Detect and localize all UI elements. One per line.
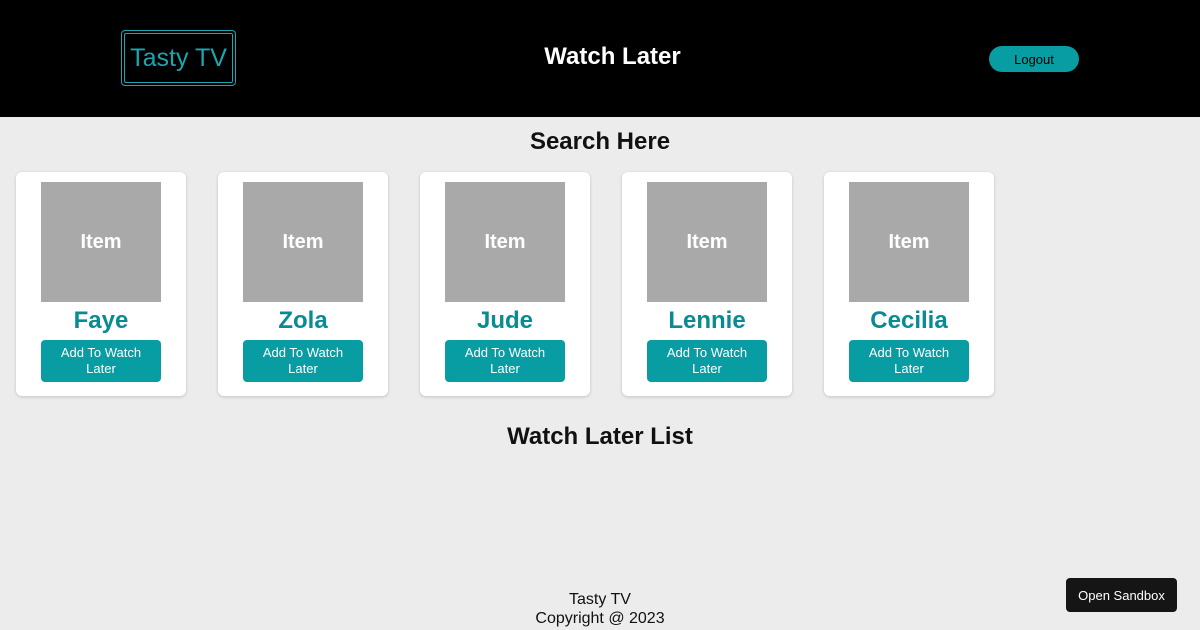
item-name: Faye (73, 307, 129, 334)
item-card: Item Cecilia Add To Watch Later (824, 172, 994, 396)
item-name: Cecilia (870, 307, 948, 334)
item-card: Item Faye Add To Watch Later (16, 172, 186, 396)
item-name: Lennie (668, 307, 746, 334)
item-name: Jude (476, 307, 533, 334)
footer-copyright: Copyright @ 2023 (535, 610, 665, 627)
add-to-watch-later-button[interactable]: Add To Watch Later (243, 340, 363, 382)
item-card-list: Item Faye Add To Watch Later Item Zola A… (16, 172, 994, 396)
item-thumbnail: Item (445, 182, 565, 302)
item-thumbnail: Item (849, 182, 969, 302)
add-to-watch-later-button[interactable]: Add To Watch Later (647, 340, 767, 382)
watch-later-list-title: Watch Later List (507, 423, 693, 450)
add-to-watch-later-button[interactable]: Add To Watch Later (445, 340, 565, 382)
footer-brand: Tasty TV (569, 591, 631, 608)
item-card: Item Zola Add To Watch Later (218, 172, 388, 396)
footer: Tasty TV Copyright @ 2023 (0, 590, 1200, 628)
add-to-watch-later-button[interactable]: Add To Watch Later (849, 340, 969, 382)
logout-button[interactable]: Logout (989, 46, 1079, 72)
app-header: Tasty TV Watch Later Logout (0, 0, 1200, 117)
open-sandbox-button[interactable]: Open Sandbox (1066, 578, 1177, 612)
item-thumbnail: Item (41, 182, 161, 302)
item-card: Item Lennie Add To Watch Later (622, 172, 792, 396)
item-card: Item Jude Add To Watch Later (420, 172, 590, 396)
item-thumbnail: Item (243, 182, 363, 302)
search-title: Search Here (529, 128, 671, 155)
item-thumbnail: Item (647, 182, 767, 302)
item-name: Zola (278, 307, 328, 334)
add-to-watch-later-button[interactable]: Add To Watch Later (41, 340, 161, 382)
